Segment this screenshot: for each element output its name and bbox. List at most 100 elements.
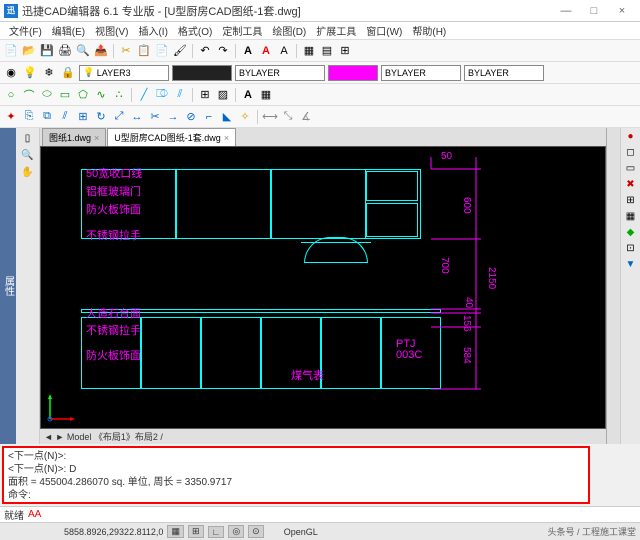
plotstyle-combo[interactable]: BYLAYER bbox=[464, 65, 544, 81]
explode-icon[interactable]: ✧ bbox=[237, 109, 253, 125]
bold-icon[interactable]: A bbox=[240, 87, 256, 103]
text-icon[interactable]: A bbox=[240, 43, 256, 59]
rtool-4[interactable]: ✖ bbox=[624, 178, 638, 192]
rtool-3[interactable]: ▭ bbox=[624, 162, 638, 176]
block-icon[interactable]: ▦ bbox=[301, 43, 317, 59]
rtool-2[interactable]: ◻ bbox=[624, 146, 638, 160]
tab-close-icon[interactable]: × bbox=[94, 133, 99, 143]
scale-icon[interactable]: ⤢ bbox=[111, 109, 127, 125]
menu-item[interactable]: 扩展工具 bbox=[311, 23, 361, 38]
array-icon[interactable]: ⊞ bbox=[75, 109, 91, 125]
minimize-button[interactable]: — bbox=[552, 3, 580, 19]
redo-icon[interactable]: ↷ bbox=[215, 43, 231, 59]
circle-icon[interactable]: ○ bbox=[3, 87, 19, 103]
status-mode-5[interactable]: ⊙ bbox=[248, 525, 264, 538]
select-icon[interactable]: ▯ bbox=[20, 130, 36, 146]
text2-icon[interactable]: A bbox=[258, 43, 274, 59]
open-icon[interactable]: 📂 bbox=[21, 43, 37, 59]
close-button[interactable]: × bbox=[608, 3, 636, 19]
grid-icon[interactable]: ⊞ bbox=[197, 87, 213, 103]
pline-icon[interactable]: ⎄ bbox=[154, 87, 170, 103]
text3-icon[interactable]: A bbox=[276, 43, 292, 59]
paste-icon[interactable]: 📄 bbox=[154, 43, 170, 59]
copy-icon[interactable]: 📋 bbox=[136, 43, 152, 59]
tab-close-icon[interactable]: × bbox=[224, 133, 229, 143]
dim-icon[interactable]: ⊞ bbox=[337, 43, 353, 59]
dim1-icon[interactable]: ⟷ bbox=[262, 109, 278, 125]
rtool-8[interactable]: ⊡ bbox=[624, 242, 638, 256]
command-input[interactable]: AA bbox=[28, 509, 41, 520]
table-icon[interactable]: ▦ bbox=[258, 87, 274, 103]
document-tab[interactable]: 图纸1.dwg× bbox=[42, 128, 106, 146]
maximize-button[interactable]: □ bbox=[580, 3, 608, 19]
mline-icon[interactable]: ⫽ bbox=[172, 87, 188, 103]
rect-icon[interactable]: ▭ bbox=[57, 87, 73, 103]
zoom-icon[interactable]: 🔍 bbox=[20, 147, 36, 163]
export-icon[interactable]: 📤 bbox=[93, 43, 109, 59]
rtool-7[interactable]: ◆ bbox=[624, 226, 638, 240]
status-mode-4[interactable]: ◎ bbox=[228, 525, 244, 538]
preview-icon[interactable]: 🔍 bbox=[75, 43, 91, 59]
menu-item[interactable]: 格式(O) bbox=[173, 23, 217, 38]
break-icon[interactable]: ⊘ bbox=[183, 109, 199, 125]
bulb-icon[interactable]: 💡 bbox=[22, 65, 38, 81]
color-swatch[interactable] bbox=[172, 65, 232, 81]
arc-icon[interactable]: ⌒ bbox=[21, 87, 37, 103]
dim3-icon[interactable]: ∡ bbox=[298, 109, 314, 125]
freeze-icon[interactable]: ❄ bbox=[41, 65, 57, 81]
cut-icon[interactable]: ✂ bbox=[118, 43, 134, 59]
fillet-icon[interactable]: ⌐ bbox=[201, 109, 217, 125]
dim2-icon[interactable]: ⤡ bbox=[280, 109, 296, 125]
drawing-canvas[interactable]: 50宽收口线 铝框玻璃门 防火板饰面 不锈钢拉手 人造石台面 不锈钢拉手 防火板… bbox=[40, 146, 606, 429]
line-icon[interactable]: ╱ bbox=[136, 87, 152, 103]
document-tab[interactable]: U型厨房CAD图纸-1套.dwg× bbox=[107, 128, 236, 146]
menu-item[interactable]: 插入(I) bbox=[133, 23, 172, 38]
poly-icon[interactable]: ⬠ bbox=[75, 87, 91, 103]
layout-tabs[interactable]: ◄ ► Model 《布局1》布局2 / bbox=[40, 429, 606, 444]
dim-50: 50 bbox=[441, 151, 452, 162]
menu-item[interactable]: 绘图(D) bbox=[267, 23, 311, 38]
stretch-icon[interactable]: ↔ bbox=[129, 109, 145, 125]
menu-item[interactable]: 定制工具 bbox=[217, 23, 267, 38]
hatch-icon[interactable]: ▤ bbox=[319, 43, 335, 59]
save-icon[interactable]: 💾 bbox=[39, 43, 55, 59]
offset-icon[interactable]: ⫽ bbox=[57, 109, 73, 125]
status-mode-3[interactable]: ∟ bbox=[208, 526, 225, 538]
ellipse-icon[interactable]: ⬭ bbox=[39, 87, 55, 103]
menu-item[interactable]: 编辑(E) bbox=[47, 23, 90, 38]
status-mode-2[interactable]: ⊞ bbox=[188, 525, 204, 538]
layer-mgr-icon[interactable]: ◉ bbox=[3, 65, 19, 81]
rtool-5[interactable]: ⊞ bbox=[624, 194, 638, 208]
vertical-scrollbar[interactable] bbox=[606, 128, 620, 444]
pan-icon[interactable]: ✋ bbox=[20, 164, 36, 180]
undo-icon[interactable]: ↶ bbox=[197, 43, 213, 59]
extend-icon[interactable]: → bbox=[165, 109, 181, 125]
layer-combo[interactable]: 💡 LAYER3 bbox=[79, 65, 169, 81]
print-icon[interactable]: 🖨 bbox=[57, 43, 73, 59]
move-icon[interactable]: ✦ bbox=[3, 109, 19, 125]
properties-panel-tab[interactable]: 属性 bbox=[0, 128, 16, 444]
rtool-6[interactable]: ▦ bbox=[624, 210, 638, 224]
menu-item[interactable]: 帮助(H) bbox=[407, 23, 451, 38]
linetype-combo[interactable]: BYLAYER bbox=[235, 65, 325, 81]
hatch2-icon[interactable]: ▨ bbox=[215, 87, 231, 103]
lock-icon[interactable]: 🔒 bbox=[60, 65, 76, 81]
rtool-1[interactable]: ● bbox=[624, 130, 638, 144]
lineweight-combo[interactable]: BYLAYER bbox=[381, 65, 461, 81]
spline-icon[interactable]: ∿ bbox=[93, 87, 109, 103]
color2-swatch[interactable] bbox=[328, 65, 378, 81]
chamfer-icon[interactable]: ◣ bbox=[219, 109, 235, 125]
status-mode-1[interactable]: ▦ bbox=[167, 525, 184, 538]
point-icon[interactable]: ∴ bbox=[111, 87, 127, 103]
menu-item[interactable]: 文件(F) bbox=[4, 23, 47, 38]
match-icon[interactable]: 🖌 bbox=[172, 43, 188, 59]
rotate-icon[interactable]: ↻ bbox=[93, 109, 109, 125]
mirror-icon[interactable]: ⧉ bbox=[39, 109, 55, 125]
copy2-icon[interactable]: ⎘ bbox=[21, 109, 37, 125]
command-line[interactable]: 就绪 AA bbox=[0, 506, 640, 522]
trim-icon[interactable]: ✂ bbox=[147, 109, 163, 125]
new-icon[interactable]: 📄 bbox=[3, 43, 19, 59]
menu-item[interactable]: 视图(V) bbox=[90, 23, 133, 38]
rtool-9[interactable]: ▼ bbox=[624, 258, 638, 272]
menu-item[interactable]: 窗口(W) bbox=[361, 23, 407, 38]
